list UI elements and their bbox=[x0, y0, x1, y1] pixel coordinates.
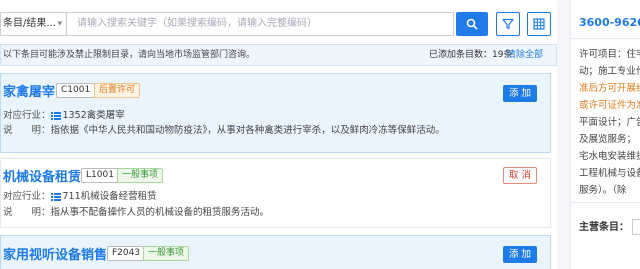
search-scope-select[interactable]: 条目/结果... ▾ bbox=[0, 12, 66, 36]
item-industry: 对应行业： 711机械设备经营租赁 bbox=[3, 188, 157, 202]
grid-view-button[interactable] bbox=[527, 12, 551, 36]
industry-value: 711机械设备经营租赁 bbox=[62, 191, 157, 202]
search-placeholder: 请输入搜索关键字（如果搜索编码，请输入完整编码） bbox=[77, 18, 317, 29]
restriction-notice: 以下条目可能涉及禁止限制目录，请向当地市场监管部门咨询。 已添加条目数：19条 … bbox=[0, 44, 557, 66]
scope-text-line: 动；施工专业作 bbox=[579, 66, 640, 77]
industry-value: 1352禽类屠宰 bbox=[62, 110, 125, 121]
item-title: 机械设备租赁 bbox=[3, 170, 82, 185]
scope-text-line: 许可项目：住宅 bbox=[579, 49, 640, 60]
item-description: 说 明：指依据《中华人民共和国动物防疫法》，从事对各种禽类进行宰杀，以及鲜肉冷冻… bbox=[3, 122, 445, 136]
divider bbox=[571, 202, 640, 203]
filter-button[interactable] bbox=[496, 12, 520, 36]
scope-text-line: 服务）。（除 bbox=[579, 185, 627, 196]
list-icon bbox=[50, 192, 61, 201]
main-items-label: 主营条目： bbox=[579, 222, 629, 233]
main-panel: 条目/结果... ▾ 请输入搜索关键字（如果搜索编码，请输入完整编码） 以下条目… bbox=[0, 0, 557, 269]
item-industry: 对应行业： 1352禽类屠宰 bbox=[3, 107, 125, 121]
desc-value: 指依据《中华人民共和国动物防疫法》，从事对各种禽类进行宰杀，以及鲜肉冷冻等保鲜活… bbox=[50, 125, 445, 136]
business-scope-panel: 3600-96264 许可项目：住宅 动；施工专业作 准后方可开展经 或许可证件… bbox=[570, 0, 640, 269]
item-title: 家用视听设备销售 bbox=[3, 248, 108, 263]
scope-text-line: 平面设计；广告 bbox=[579, 117, 640, 128]
desc-label: 说 明： bbox=[3, 125, 51, 136]
cancel-button[interactable]: 取 消 bbox=[503, 167, 537, 184]
grid-icon bbox=[533, 18, 545, 30]
search-button[interactable] bbox=[456, 12, 488, 36]
scope-text-line: 工程机械与设备 bbox=[579, 168, 640, 179]
status-badge: 后置许可 bbox=[94, 83, 141, 98]
desc-value: 指从事不配备操作人员的机械设备的租赁服务活动。 bbox=[50, 207, 270, 218]
scope-text-line: 宅水电安装维护 bbox=[579, 151, 640, 162]
add-button[interactable]: 添 加 bbox=[503, 85, 537, 102]
divider bbox=[571, 38, 640, 39]
item-title: 家禽屠宰 bbox=[3, 85, 56, 100]
desc-label: 说 明： bbox=[3, 207, 51, 218]
hotline-number: 3600-96264 bbox=[579, 16, 640, 29]
status-badge: 一般事项 bbox=[143, 246, 190, 261]
chevron-down-icon: ▾ bbox=[57, 19, 62, 29]
scope-text-line: 准后方可开展经 bbox=[579, 83, 640, 94]
main-items-field: 主营条目： bbox=[579, 218, 640, 235]
industry-label: 对应行业： bbox=[3, 191, 51, 202]
list-item: 家禽屠宰 C1001 后置许可 添 加 对应行业： 1352禽类屠宰 说 明：指依… bbox=[0, 73, 551, 153]
industry-label: 对应行业： bbox=[3, 110, 51, 121]
added-count: 已添加条目数：19条 bbox=[429, 50, 513, 60]
scope-text-line: 或许可证件为准 bbox=[579, 100, 640, 111]
item-code: F2043 bbox=[107, 246, 146, 261]
add-button[interactable]: 添 加 bbox=[503, 246, 537, 263]
item-description: 说 明：指从事不配备操作人员的机械设备的租赁服务活动。 bbox=[3, 204, 269, 218]
list-item: 机械设备租赁 L1001 一般事项 取 消 对应行业： 711机械设备经营租赁 说… bbox=[0, 158, 551, 228]
search-scope-value: 条目/结果... bbox=[3, 18, 56, 29]
clear-all-link[interactable]: 清除全部 bbox=[507, 45, 543, 65]
status-badge: 一般事项 bbox=[117, 168, 164, 183]
item-code: L1001 bbox=[81, 168, 119, 183]
search-input[interactable]: 请输入搜索关键字（如果搜索编码，请输入完整编码） bbox=[66, 12, 454, 36]
list-item: 家用视听设备销售 F2043 一般事项 添 加 bbox=[0, 235, 551, 269]
list-icon bbox=[50, 111, 61, 120]
main-items-select[interactable] bbox=[632, 219, 640, 235]
notice-message: 以下条目可能涉及禁止限制目录，请向当地市场监管部门咨询。 bbox=[3, 50, 256, 60]
search-icon bbox=[466, 18, 478, 30]
filter-icon bbox=[502, 18, 514, 30]
scope-text-line: 及展览服务； bbox=[579, 134, 637, 145]
item-code: C1001 bbox=[56, 83, 96, 98]
